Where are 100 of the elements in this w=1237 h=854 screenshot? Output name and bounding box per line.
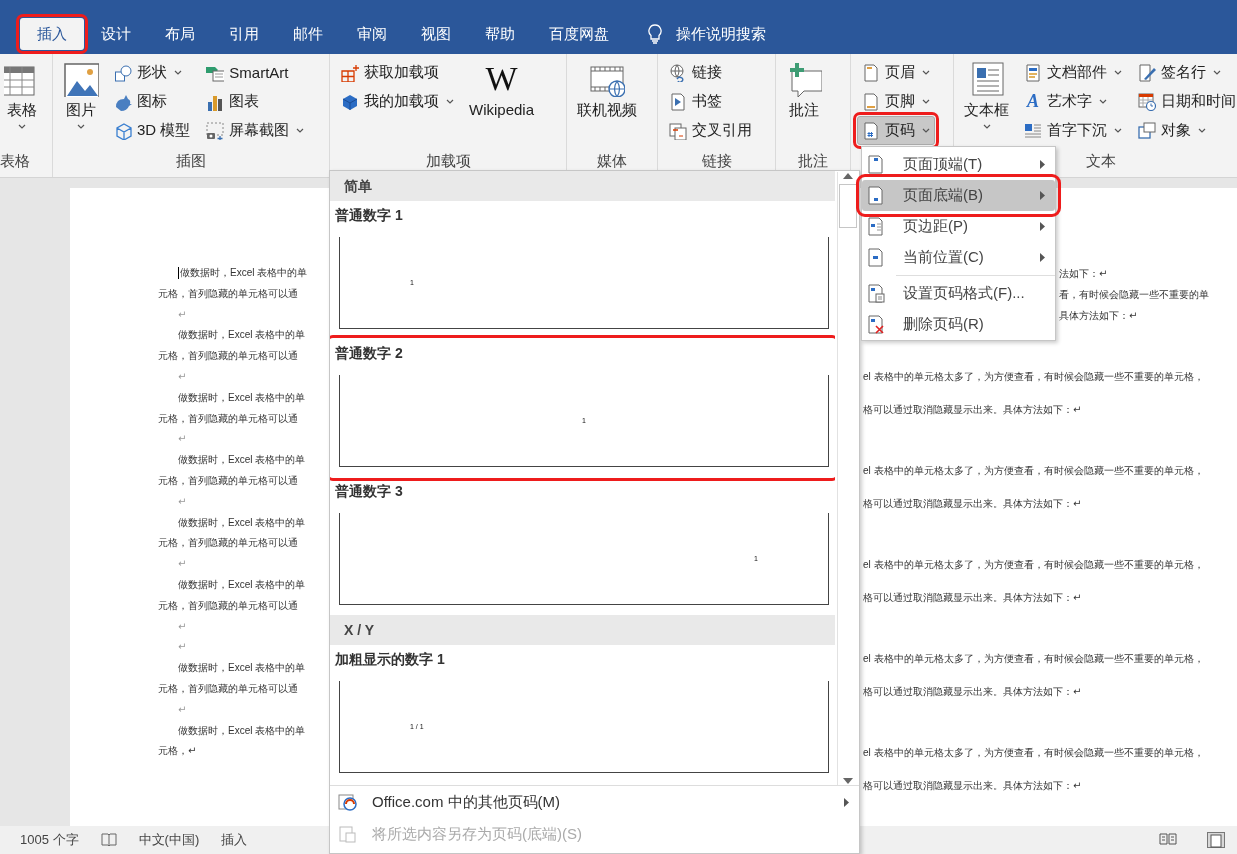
paragraph-mark: ↵ — [177, 494, 188, 509]
ribbon-tab[interactable]: 视图 — [404, 18, 468, 50]
ribbon-button[interactable]: 链接 — [664, 58, 757, 87]
ribbon-tab[interactable]: 帮助 — [468, 18, 532, 50]
ribbon-button[interactable]: W Wikipedia — [465, 58, 539, 121]
text-line: 做数据时，Excel 表格中的单 — [177, 453, 307, 468]
box-icon — [341, 92, 359, 111]
caret-icon — [446, 99, 454, 104]
caret-icon — [1213, 70, 1221, 75]
menu-item[interactable]: 页面顶端(T) — [862, 149, 1055, 180]
text-line: 格可以通过取消隐藏显示出来。具体方法如下：↵ — [863, 591, 1082, 605]
word-count[interactable]: 1005 个字 — [20, 831, 79, 849]
page-position-icon — [867, 247, 885, 268]
ribbon-button[interactable]: 日期和时间 — [1133, 87, 1237, 116]
ribbon-button[interactable]: 首字下沉 — [1019, 116, 1127, 145]
save-selection-icon — [338, 825, 358, 843]
text-line: 做数据时，Excel 表格中的单 — [177, 577, 307, 592]
gallery-item-title: 普通数字 3 — [334, 482, 403, 501]
menu-item[interactable]: 删除页码(R) — [862, 309, 1055, 340]
text-line: 元格，首列隐藏的单元格可以通 — [158, 681, 299, 696]
text-line: 格可以通过取消隐藏显示出来。具体方法如下：↵ — [863, 403, 1082, 417]
ribbon-button[interactable]: 页眉 — [857, 58, 935, 87]
text-line: 做数据时，Excel 表格中的单 — [177, 328, 307, 343]
ribbon-button[interactable]: 签名行 — [1133, 58, 1237, 87]
ribbon-tab[interactable]: 布局 — [148, 18, 212, 50]
ribbon-button[interactable]: 屏幕截图 — [201, 116, 310, 145]
cross-reference-icon — [669, 121, 687, 140]
office-icon — [338, 793, 358, 811]
text-line: 元格，首列隐藏的单元格可以通 — [158, 349, 299, 364]
caret-icon — [77, 124, 85, 129]
text-line: 具体方法如下：↵ — [1059, 309, 1138, 323]
ribbon-button[interactable]: 对象 — [1133, 116, 1237, 145]
menu-item[interactable]: 当前位置(C) — [862, 242, 1055, 273]
ribbon-button[interactable]: 形状 — [109, 58, 196, 87]
tell-me-search[interactable]: 操作说明搜索 — [676, 24, 766, 44]
screenshot-icon — [206, 121, 225, 140]
insert-mode[interactable]: 插入 — [221, 831, 248, 849]
text-line: 做数据时，Excel 表格中的单 — [177, 266, 309, 282]
text-line: 元格，首列隐藏的单元格可以通 — [158, 286, 299, 301]
menu-item[interactable]: 页边距(P) — [862, 211, 1055, 242]
paragraph-mark: ↵ — [177, 307, 188, 322]
ribbon-tab[interactable]: 设计 — [84, 18, 148, 50]
group-label: 链接 — [701, 151, 732, 171]
text-line: 元格，首列隐藏的单元格可以通 — [158, 536, 299, 551]
ribbon-button[interactable]: 批注 — [782, 58, 826, 123]
scroll-down-icon — [843, 777, 853, 785]
ribbon-button[interactable]: A 艺术字 — [1019, 87, 1127, 116]
proofing-icon — [100, 833, 117, 847]
text-line: 元格，首列隐藏的单元格可以通 — [158, 473, 299, 488]
ribbon-button[interactable]: 图标 — [109, 87, 196, 116]
group-label: 表格 — [0, 151, 30, 171]
ribbon-button[interactable]: 页脚 — [857, 87, 935, 116]
signature-icon — [1138, 63, 1156, 82]
scrollbar-thumb[interactable] — [839, 184, 857, 228]
ribbon-button[interactable]: 图片 — [59, 58, 103, 132]
text-line: el 表格中的单元格太多了，为方便查看，有时候会隐藏一些不重要的单元格， — [863, 464, 1204, 478]
caret-icon — [922, 70, 930, 75]
text-line: el 表格中的单元格太多了，为方便查看，有时候会隐藏一些不重要的单元格， — [863, 746, 1204, 760]
ribbon-button[interactable]: 文本框 — [960, 58, 1013, 132]
submenu-arrow-icon — [1040, 191, 1045, 200]
calendar-icon — [1138, 92, 1156, 111]
globe-link-icon — [669, 63, 687, 82]
ribbon-tab[interactable]: 引用 — [212, 18, 276, 50]
ribbon-tab[interactable]: 百度网盘 — [532, 18, 626, 50]
ribbon-button[interactable]: 获取加载项 — [336, 58, 459, 87]
paragraph-mark: ↵ — [177, 619, 188, 634]
paragraph-mark: ↵ — [177, 702, 188, 717]
gallery-item-title: 普通数字 1 — [334, 206, 403, 225]
ribbon-tab[interactable]: 审阅 — [340, 18, 404, 50]
ribbon-button[interactable]: 表格 — [0, 58, 44, 132]
paragraph-mark: ↵ — [177, 432, 188, 447]
group-label: 插图 — [176, 151, 206, 171]
text-line: 元格，首列隐藏的单元格可以通 — [158, 598, 299, 613]
caret-icon — [18, 124, 26, 129]
text-line: 做数据时，Excel 表格中的单 — [177, 390, 307, 405]
menu-item[interactable]: Office.com 中的其他页码(M) — [330, 786, 859, 818]
ribbon-button[interactable]: 书签 — [664, 87, 757, 116]
paragraph-mark: ↵ — [177, 370, 188, 384]
ribbon-button[interactable]: 3D 模型 — [109, 116, 196, 145]
ribbon-tab[interactable]: 邮件 — [276, 18, 340, 50]
ribbon-button[interactable]: 文档部件 — [1019, 58, 1127, 87]
ribbon-button[interactable]: 联机视频 — [573, 58, 641, 123]
text-line: 做数据时，Excel 表格中的单 — [177, 661, 307, 676]
text-line: 做数据时，Excel 表格中的单 — [177, 515, 307, 530]
submenu-arrow-icon — [1040, 160, 1045, 169]
language-indicator[interactable]: 中文(中国) — [138, 831, 200, 849]
gallery-item-title: 加粗显示的数字 1 — [334, 650, 445, 669]
text-line: 法如下：↵ — [1059, 267, 1108, 281]
ribbon-button[interactable]: 图表 — [201, 87, 310, 116]
lightbulb-icon — [648, 24, 662, 44]
scrollbar[interactable] — [837, 172, 858, 785]
ribbon-button[interactable]: 交叉引用 — [664, 116, 757, 145]
text-line: 格可以通过取消隐藏显示出来。具体方法如下：↵ — [863, 685, 1082, 699]
text-line: 格可以通过取消隐藏显示出来。具体方法如下：↵ — [863, 497, 1082, 511]
ribbon-button[interactable]: SmartArt — [201, 58, 310, 87]
section-header: X / Y — [330, 615, 835, 645]
ribbon-button[interactable]: 我的加载项 — [336, 87, 459, 116]
submenu-arrow-icon — [1040, 253, 1045, 262]
page-top-icon — [867, 154, 885, 175]
object-icon — [1138, 121, 1156, 140]
